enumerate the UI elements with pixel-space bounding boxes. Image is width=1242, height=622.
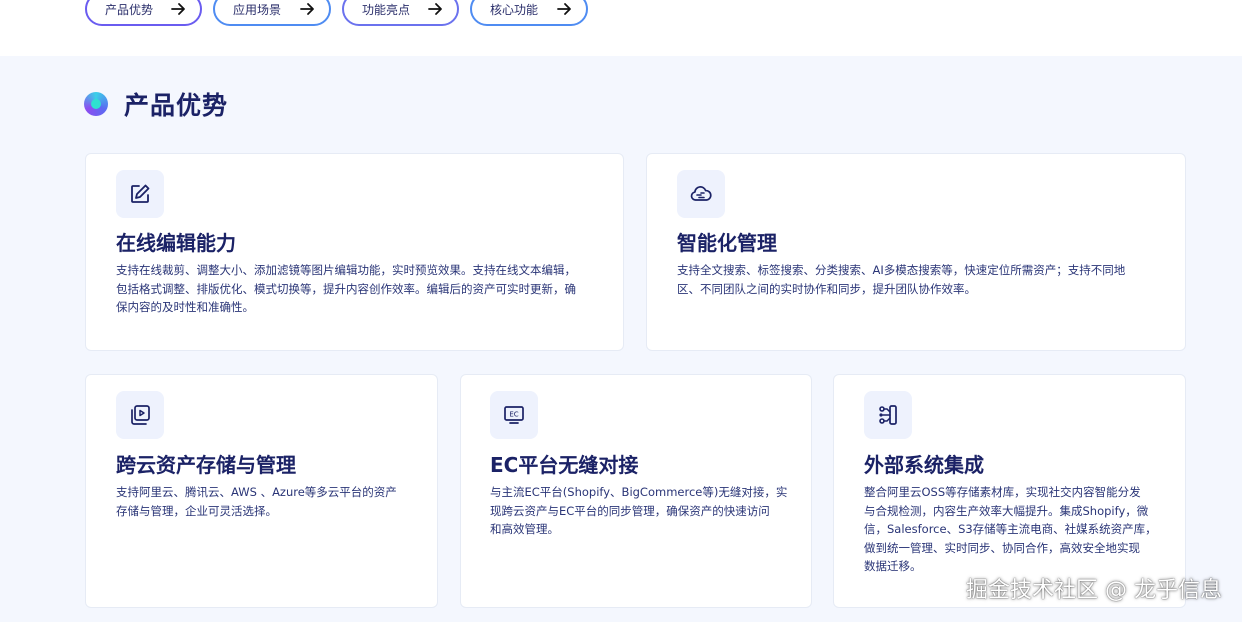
desc-line: 整合阿里云OSS等存储素材库，实现社交内容智能分发 — [864, 485, 1141, 499]
desc-line: 与主流EC平台(Shopify、BigCommerce等)无缝对接，实 — [490, 485, 788, 499]
card-title: EC平台无缝对接 — [490, 453, 639, 477]
desc-line: 信，Salesforce、S3存储等主流电商、社媒系统资产库， — [864, 522, 1157, 536]
nav-pill-label: 核心功能 — [490, 2, 539, 17]
desc-line: 做到统一管理、实时同步、协同合作，高效安全地实现 — [864, 540, 1140, 555]
card-title: 跨云资产存储与管理 — [116, 453, 296, 477]
card-description: 整合阿里云OSS等存储素材库，实现社交内容智能分发 与合规检测，内容生产效率大幅… — [864, 483, 1169, 576]
ec-monitor-icon: EC — [504, 406, 524, 424]
desc-line: 支持阿里云、腾讯云、AWS 、Azure等多云平台的资产 — [116, 485, 397, 499]
card-title: 外部系统集成 — [864, 453, 984, 477]
card-description: 支持阿里云、腾讯云、AWS 、Azure等多云平台的资产 存储与管理，企业可灵活… — [116, 483, 416, 520]
card-description: 支持全文搜索、标签搜索、分类搜索、AI多模态搜索等，快速定位所需资产；支持不同地… — [677, 261, 1167, 298]
nav-pill-label: 应用场景 — [233, 2, 282, 17]
desc-line: 保内容的及时性和准确性。 — [116, 300, 254, 314]
desc-line: 支持在线裁剪、调整大小、添加滤镜等图片编辑功能，实时预览效果。支持在线文本编辑， — [116, 263, 576, 277]
integration-icon — [879, 405, 897, 425]
card-icon-box — [864, 391, 912, 439]
nav-pill-core-features[interactable]: 核心功能 — [470, 0, 588, 26]
card-cross-cloud-storage: 跨云资产存储与管理 支持阿里云、腾讯云、AWS 、Azure等多云平台的资产 存… — [85, 374, 438, 608]
desc-line: 和高效管理。 — [490, 522, 559, 536]
desc-line: 支持全文搜索、标签搜索、分类搜索、AI多模态搜索等，快速定位所需资产；支持不同地 — [677, 263, 1126, 277]
arrow-right-icon — [171, 3, 185, 15]
desc-line: 区、不同团队之间的实时协作和同步，提升团队协作效率。 — [677, 281, 976, 296]
arrow-right-icon — [557, 3, 571, 15]
nav-pill-highlights[interactable]: 功能亮点 — [342, 0, 459, 26]
arrow-right-icon — [300, 3, 314, 15]
card-icon-box: EC — [490, 391, 538, 439]
nav-pill-scenarios[interactable]: 应用场景 — [213, 0, 331, 26]
desc-line: 包括格式调整、排版优化、模式切换等，提升内容创作效率。编辑后的资产可实时更新，确 — [116, 281, 576, 296]
edit-icon — [131, 184, 150, 203]
desc-line: 存储与管理，企业可灵活选择。 — [116, 503, 277, 518]
nav-pill-label: 功能亮点 — [362, 2, 411, 17]
watermark-text: 掘金技术社区 @ 龙乎信息 — [966, 578, 1222, 603]
card-smart-management: 智能化管理 支持全文搜索、标签搜索、分类搜索、AI多模态搜索等，快速定位所需资产… — [646, 153, 1186, 351]
desc-line: 与合规检测，内容生产效率大幅提升。集成Shopify，微 — [864, 503, 1149, 518]
section-title: 产品优势 — [124, 91, 229, 120]
card-icon-box — [677, 170, 725, 218]
media-library-icon — [131, 405, 150, 425]
card-title: 智能化管理 — [677, 231, 777, 255]
section-bullet-icon — [84, 92, 108, 116]
card-description: 支持在线裁剪、调整大小、添加滤镜等图片编辑功能，实时预览效果。支持在线文本编辑，… — [116, 261, 606, 317]
card-online-editing: 在线编辑能力 支持在线裁剪、调整大小、添加滤镜等图片编辑功能，实时预览效果。支持… — [85, 153, 624, 351]
svg-text:EC: EC — [509, 411, 518, 419]
card-description: 与主流EC平台(Shopify、BigCommerce等)无缝对接，实 现跨云资… — [490, 483, 795, 539]
card-icon-box — [116, 170, 164, 218]
card-icon-box — [116, 391, 164, 439]
nav-pill-advantages[interactable]: 产品优势 — [85, 0, 202, 26]
card-title: 在线编辑能力 — [116, 231, 236, 255]
anchor-nav: 产品优势 应用场景 功能亮点 核心功能 — [0, 0, 1242, 56]
cloud-brain-icon — [690, 186, 712, 201]
arrow-right-icon — [428, 3, 442, 15]
desc-line: 现跨云资产与EC平台的同步管理，确保资产的快速访问 — [490, 503, 770, 518]
card-ec-integration: EC EC平台无缝对接 与主流EC平台(Shopify、BigCommerce等… — [460, 374, 812, 608]
nav-pill-label: 产品优势 — [105, 2, 154, 17]
